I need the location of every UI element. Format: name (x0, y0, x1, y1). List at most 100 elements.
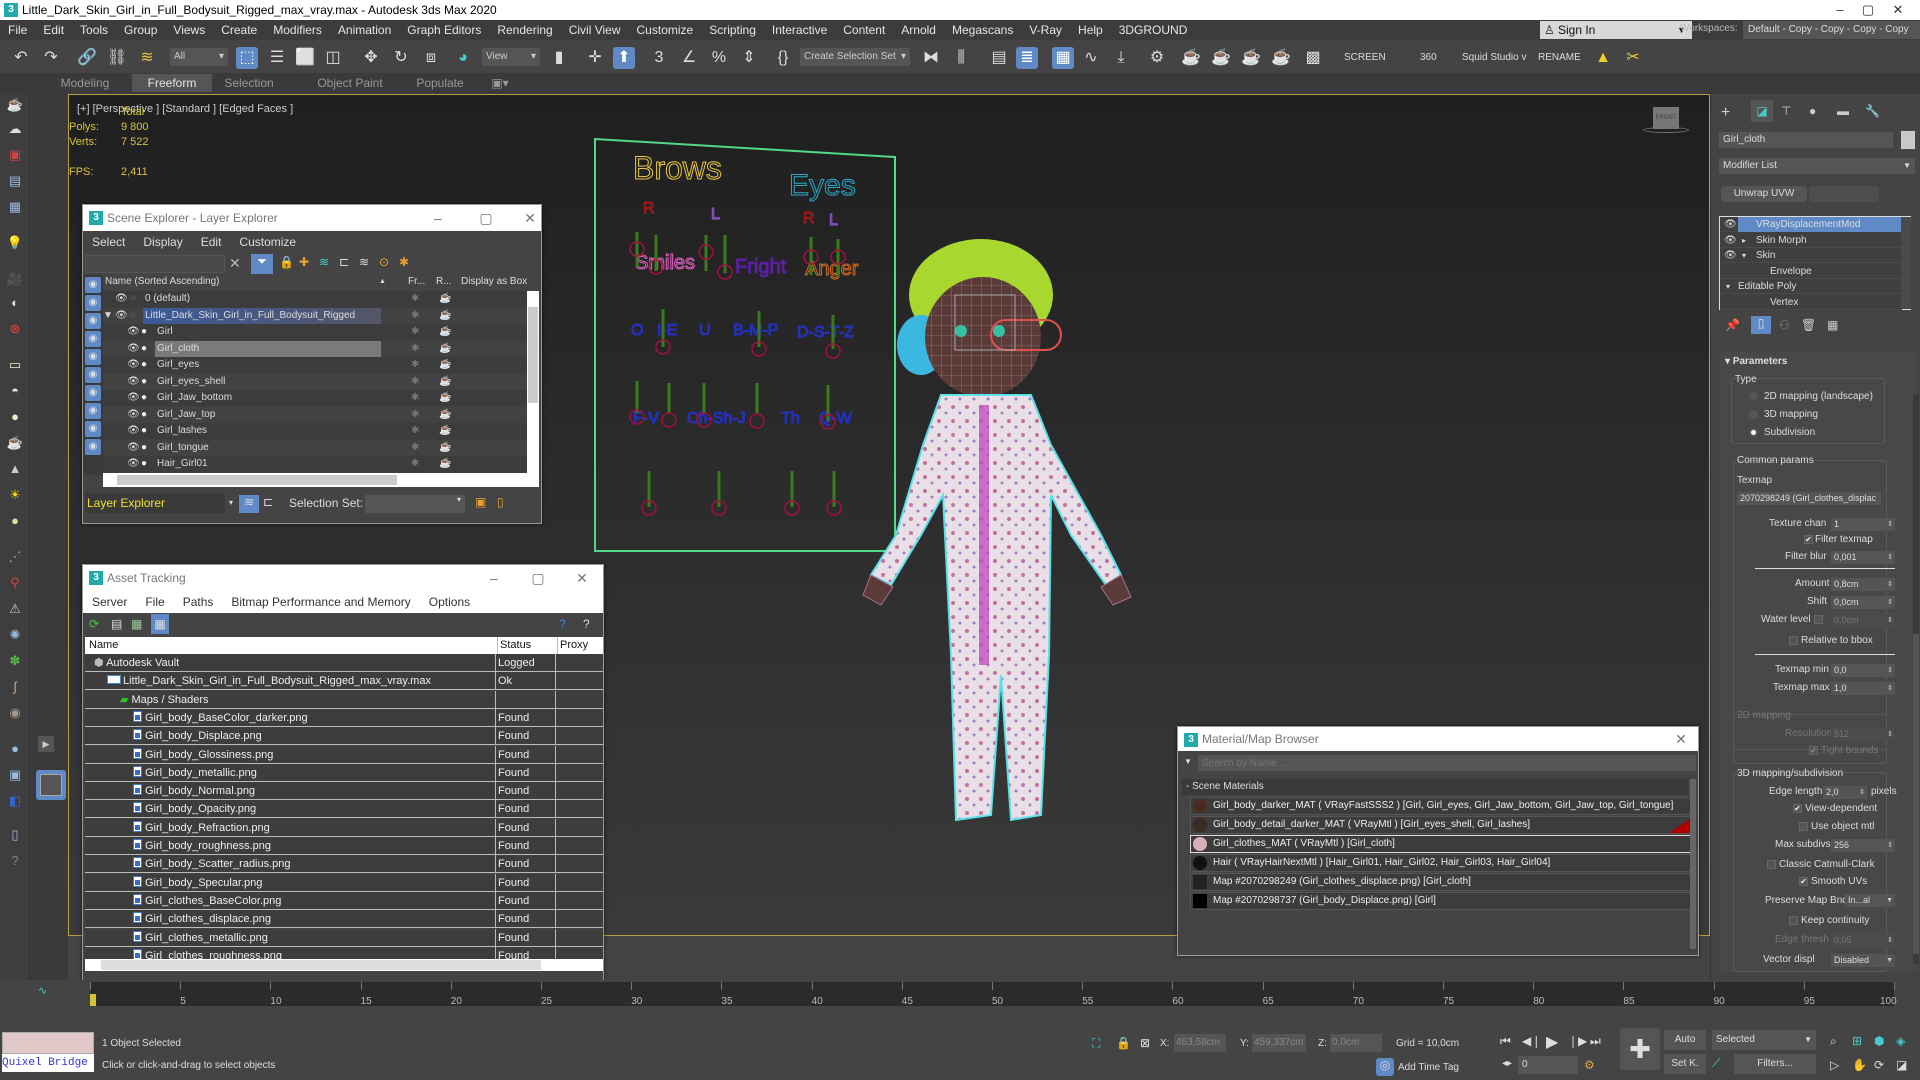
fur-icon[interactable]: ⋰ (6, 548, 24, 566)
column-freeze[interactable]: Fr... (408, 275, 425, 289)
hair-icon[interactable]: ∫ (6, 678, 24, 696)
dome-camera-icon[interactable]: ◐ (6, 294, 24, 312)
keyboard-shortcut-override-icon[interactable]: ⬆ (613, 47, 635, 69)
time-slider-handle[interactable] (90, 994, 96, 1006)
visibility-icon[interactable]: 👁 (127, 440, 140, 456)
menu-animation[interactable]: Animation (330, 20, 399, 40)
amount-spinner[interactable]: 0,8cm ⇕ (1831, 578, 1895, 591)
freeze-icon[interactable]: ✱ (399, 255, 409, 269)
help-icon[interactable]: ? (559, 617, 566, 631)
toggle-scene-explorer-icon[interactable]: ▤ (988, 47, 1010, 69)
rename-button[interactable]: RENAME (1538, 52, 1581, 63)
selection-filter-dropdown[interactable]: All ▾ (170, 48, 228, 66)
time-configuration-icon[interactable]: ⚙ (1584, 1058, 1595, 1072)
grid-list-icon[interactable]: ▦ (6, 198, 24, 216)
renderable-icon[interactable]: ☕ (439, 390, 451, 406)
hierarchy-tab-icon[interactable]: ⊤ (1781, 104, 1791, 118)
highlight-icon[interactable]: ⊙ (379, 255, 389, 269)
add-layer-icon[interactable]: ✚ (299, 255, 309, 269)
ornatrix-icon[interactable]: ◉ (6, 704, 24, 722)
maximize-viewport-icon[interactable]: ◪ (1896, 1058, 1907, 1072)
menu-create[interactable]: Create (213, 20, 265, 40)
asset-row[interactable]: Girl_clothes_roughness.png Found (85, 946, 603, 959)
zoom-extents-all-icon[interactable]: ◈ (1896, 1034, 1905, 1048)
isolate-selection-icon[interactable]: ⛶ (1092, 1036, 1100, 1051)
ambient-light-icon[interactable]: ● (6, 512, 24, 530)
toggle-layer-explorer-icon[interactable]: ≣ (1016, 47, 1038, 69)
modifier-stack-item[interactable]: Vertex (1720, 295, 1902, 310)
resolution-spinner[interactable]: 512 ⇕ (1831, 728, 1895, 741)
renderable-icon[interactable]: ☕ (439, 456, 451, 472)
texmap-button[interactable]: 2070298249 (Girl_clothes_displac (1737, 492, 1881, 505)
pin-stack-icon[interactable]: 📌 (1725, 318, 1740, 332)
material-editor-icon[interactable]: ⚙ (1146, 47, 1168, 69)
menu-file[interactable]: File (136, 595, 173, 609)
material-browser-titlebar[interactable]: 3 Material/Map Browser ✕ (1178, 727, 1698, 751)
vfb-icon[interactable]: ◧ (6, 792, 24, 810)
x-coordinate-field[interactable]: 463,58cm (1174, 1034, 1226, 1052)
menu-v-ray[interactable]: V-Ray (1021, 20, 1070, 40)
max-subdivs-spinner[interactable]: 256 ⇕ (1831, 839, 1895, 852)
rig-slider-handle[interactable] (749, 413, 765, 429)
renderable-icon[interactable]: ☕ (439, 407, 451, 423)
asset-row[interactable]: Girl_clothes_metallic.png Found (85, 928, 603, 947)
modifier-stack-item[interactable]: 👁 ▸ Skin Morph (1720, 233, 1902, 248)
tree-row[interactable]: 👁 ● Girl_lashes ✱ ☕ (103, 423, 527, 439)
filter-icon[interactable]: ⏷ (251, 254, 273, 274)
refresh-icon[interactable]: ⟳ (89, 617, 99, 631)
freeze-icon[interactable]: ✱ (411, 407, 419, 423)
column-status[interactable]: Status (497, 637, 531, 654)
renderable-icon[interactable]: ☕ (439, 423, 451, 439)
modifier-toggle-icon[interactable]: 👁 (1724, 248, 1737, 263)
edge-thresh-spinner[interactable]: 0,05 ⇕ (1831, 934, 1895, 947)
minimize-button[interactable]: – (423, 205, 453, 231)
visibility-icon[interactable]: 👁 (127, 374, 140, 390)
vray-camera-icon[interactable]: ⊛ (6, 320, 24, 338)
pan-icon[interactable]: ✋ (1852, 1058, 1867, 1072)
named-selection-icon[interactable]: {} (772, 47, 794, 69)
mirror-icon[interactable]: ⧓ (920, 47, 942, 69)
menu-customize[interactable]: Customize (629, 20, 702, 40)
set-key-icon[interactable]: ✚ (1620, 1028, 1660, 1070)
visibility-icon[interactable]: 👁 (127, 357, 140, 373)
select-by-name-icon[interactable]: ☰ (266, 47, 288, 69)
material-item[interactable]: Hair ( VRayHairNextMtl ) [Hair_Girl01, H… (1190, 854, 1694, 872)
utilities-tab-icon[interactable]: 🔧 (1865, 104, 1880, 118)
material-item[interactable]: Girl_body_detail_darker_MAT ( VRayMtl ) … (1190, 816, 1694, 834)
zoom-all-icon[interactable]: ⊞ (1852, 1034, 1862, 1048)
texmap-max-spinner[interactable]: 1,0 ⇕ (1831, 682, 1895, 695)
select-manipulate-icon[interactable]: ✛ (584, 47, 606, 69)
water-level-spinner[interactable]: 0,0cm ⇕ (1831, 614, 1895, 627)
render-window-icon[interactable]: ▣ (6, 146, 24, 164)
asset-row[interactable]: Girl_body_BaseColor_darker.png Found (85, 708, 603, 727)
freeze-icon[interactable]: ✱ (411, 390, 419, 406)
minimize-button[interactable]: – (479, 565, 509, 591)
create-selection-set-dropdown[interactable]: Create Selection Set ▾ (800, 48, 910, 66)
tree-view-icon[interactable]: ▦ (131, 617, 142, 631)
expand-icon[interactable]: ▼ (103, 308, 113, 324)
add-time-tag-button[interactable]: Add Time Tag (1398, 1062, 1459, 1073)
menu-views[interactable]: Views (165, 20, 213, 40)
classic-catmull-clark-checkbox[interactable] (1767, 860, 1776, 869)
maximize-button[interactable]: ▢ (523, 565, 553, 591)
screen-button[interactable]: SCREEN (1344, 52, 1386, 63)
visibility-icon[interactable]: 👁 (127, 456, 140, 472)
modifier-stack-item[interactable]: 👁 VRayDisplacementMod (1720, 217, 1902, 232)
column-name[interactable]: Name (89, 637, 118, 654)
radio-subdivision[interactable] (1749, 428, 1758, 437)
tree-row[interactable]: 👁 ● Girl_cloth ✱ ☕ (103, 340, 527, 357)
maximize-button[interactable]: ▢ (471, 205, 501, 231)
add-to-layer-icon[interactable]: ≋ (319, 255, 329, 269)
renderable-icon[interactable]: ☕ (439, 291, 451, 307)
freeze-icon[interactable]: ✱ (411, 291, 419, 307)
layer-mode-icon[interactable]: ≋ (239, 495, 259, 513)
edit-set-icon[interactable]: ▯ (497, 495, 504, 509)
place-icon[interactable]: ◕ (452, 47, 474, 69)
menu-file[interactable]: File (0, 20, 35, 40)
explorer-type-dropdown[interactable]: Layer Explorer (85, 493, 225, 513)
menu-interactive[interactable]: Interactive (764, 20, 835, 40)
freeze-icon[interactable]: ✱ (411, 423, 419, 439)
freeze-icon[interactable]: ✱ (411, 456, 419, 472)
auto-key-button[interactable]: Auto (1664, 1030, 1706, 1050)
search-input[interactable] (85, 255, 225, 273)
